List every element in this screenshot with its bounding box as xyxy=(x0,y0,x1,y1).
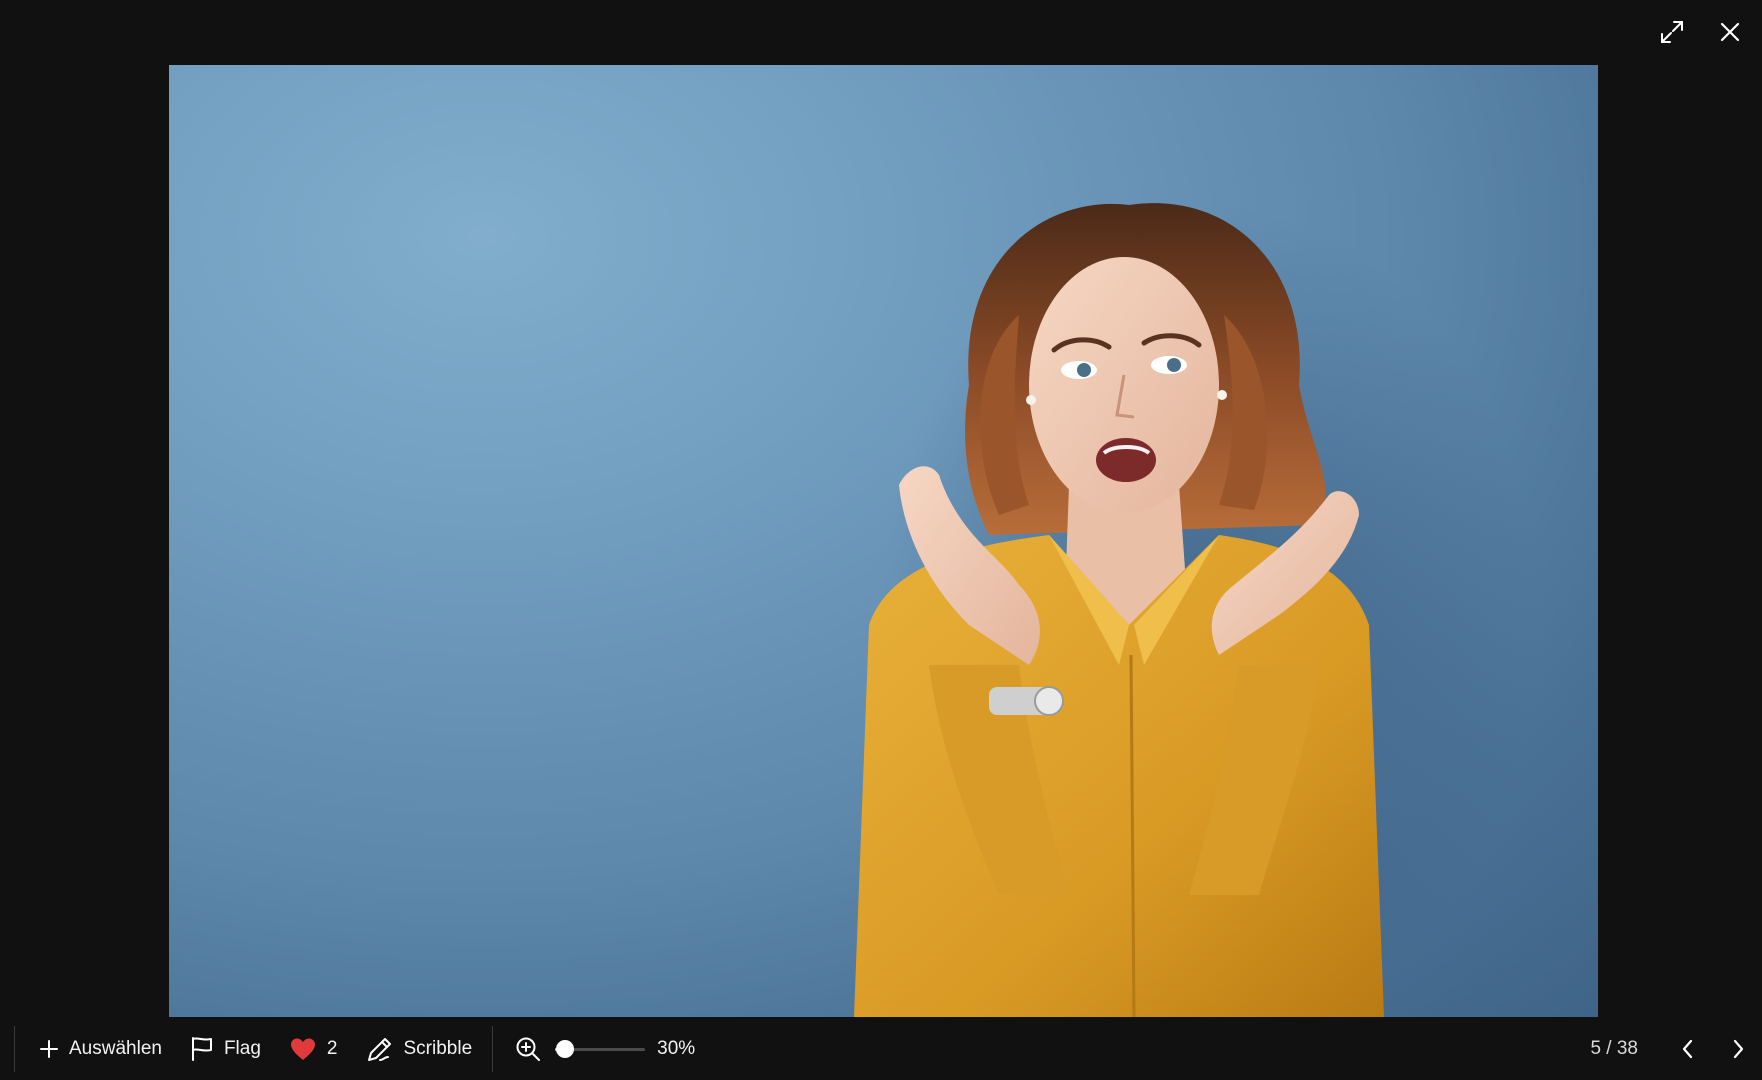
next-button[interactable] xyxy=(1724,1035,1752,1063)
photo-viewer: Auswählen Flag 2 Scribble 30% 5 / 38 xyxy=(0,0,1762,1080)
select-label: Auswählen xyxy=(69,1038,162,1059)
zoom-control: 30% xyxy=(505,1034,695,1064)
chevron-left-icon xyxy=(1682,1039,1693,1059)
previous-button[interactable] xyxy=(1674,1035,1702,1063)
close-button[interactable] xyxy=(1712,14,1748,50)
photo-image xyxy=(169,65,1598,1017)
zoom-slider-thumb[interactable] xyxy=(556,1040,575,1058)
like-button[interactable]: 2 xyxy=(279,1029,348,1069)
top-controls xyxy=(1654,14,1748,50)
toolbar-divider xyxy=(14,1026,15,1072)
flag-button[interactable]: Flag xyxy=(180,1029,271,1069)
bottom-toolbar: Auswählen Flag 2 Scribble 30% 5 / 38 xyxy=(0,1018,1762,1080)
zoom-slider[interactable] xyxy=(555,1039,646,1059)
flag-icon xyxy=(191,1037,212,1061)
likes-count: 2 xyxy=(326,1038,338,1059)
close-icon xyxy=(1720,22,1740,42)
zoom-in-icon xyxy=(516,1037,541,1061)
toolbar-left-group: Auswählen Flag 2 Scribble xyxy=(29,1029,482,1069)
scribble-button[interactable]: Scribble xyxy=(356,1029,483,1069)
toolbar-divider xyxy=(492,1026,494,1072)
chevron-right-icon xyxy=(1733,1039,1744,1059)
toolbar-right-group: 5 / 38 xyxy=(1590,1035,1752,1063)
zoom-value: 30% xyxy=(657,1038,696,1059)
photo-illustration xyxy=(854,203,1539,1017)
plus-icon xyxy=(40,1040,58,1058)
pen-icon xyxy=(367,1038,391,1061)
expand-icon xyxy=(1661,21,1683,43)
flag-label: Flag xyxy=(223,1038,261,1059)
heart-icon xyxy=(290,1038,315,1060)
page-counter: 5 / 38 xyxy=(1590,1038,1638,1059)
select-button[interactable]: Auswählen xyxy=(29,1029,172,1069)
scribble-label: Scribble xyxy=(403,1038,473,1059)
expand-button[interactable] xyxy=(1654,14,1690,50)
zoom-in-button[interactable] xyxy=(513,1034,543,1064)
